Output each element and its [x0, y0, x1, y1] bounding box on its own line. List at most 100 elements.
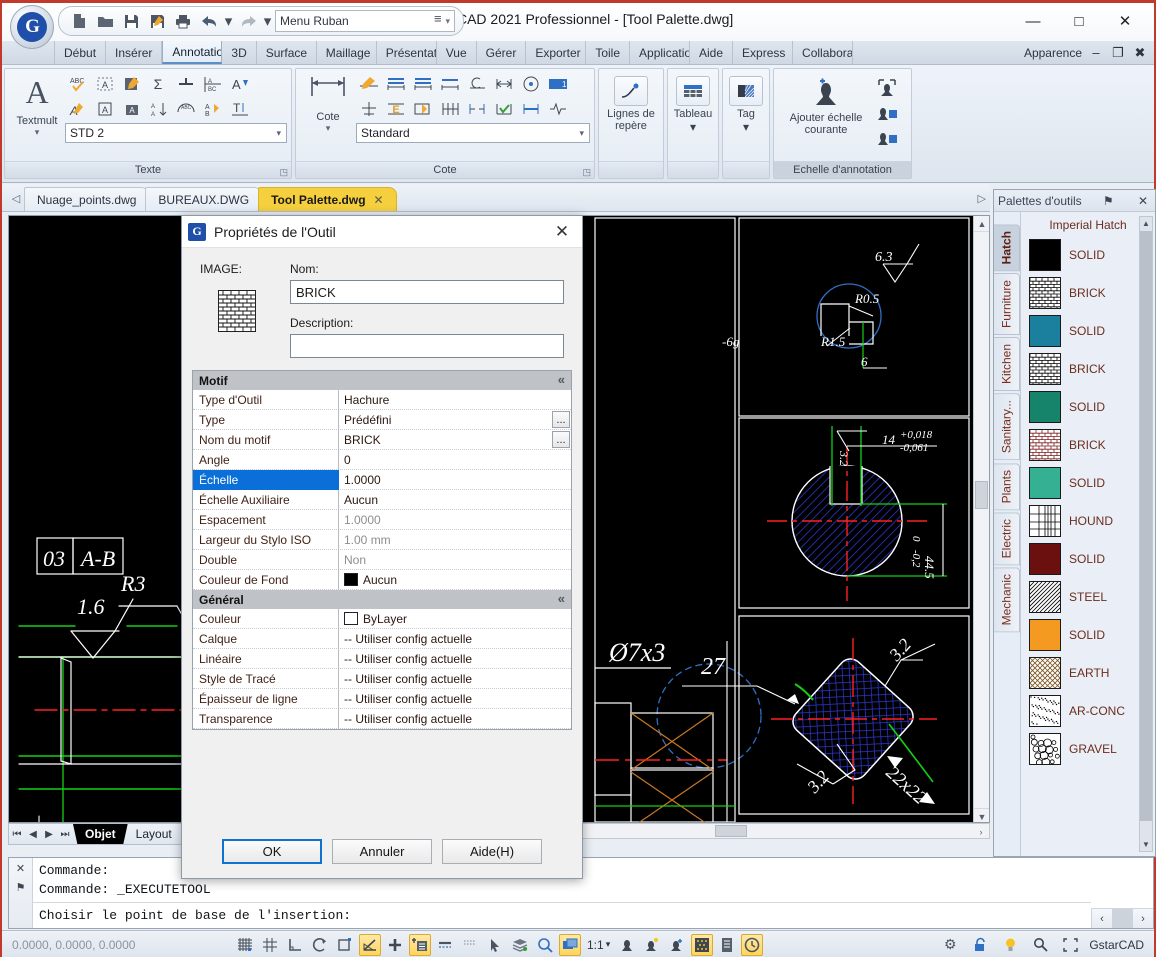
- dim-inspect-icon[interactable]: 1: [545, 72, 571, 96]
- palette-tab-plants[interactable]: Plants: [994, 462, 1020, 510]
- sum-field-icon[interactable]: Σ: [146, 72, 172, 96]
- command-nav-right-icon[interactable]: ›: [1132, 909, 1153, 928]
- dim-arc-icon[interactable]: [464, 72, 490, 96]
- dialog-close-button[interactable]: ✕: [548, 222, 576, 242]
- property-row[interactable]: Échelle Auxiliaire Aucun: [193, 489, 571, 510]
- property-row[interactable]: Linéaire -- Utiliser config actuelle: [193, 648, 571, 669]
- palette-item[interactable]: BRICK: [1021, 274, 1155, 312]
- text-case-icon[interactable]: A: [119, 97, 145, 121]
- palette-item[interactable]: SOLID: [1021, 236, 1155, 274]
- text-frame-icon[interactable]: A: [92, 97, 118, 121]
- workspace-label[interactable]: GstarCAD: [1089, 938, 1144, 952]
- help-button[interactable]: Aide(H): [442, 839, 542, 864]
- palette-tab-mechanic[interactable]: Mechanic: [994, 567, 1020, 633]
- model-space-icon[interactable]: [559, 933, 581, 956]
- dim-adjust-icon[interactable]: [518, 97, 544, 121]
- text-style-icon[interactable]: A: [227, 72, 253, 96]
- property-row[interactable]: Épaisseur de ligne -- Utiliser config act…: [193, 688, 571, 709]
- command-pin-icon[interactable]: ⚑: [16, 881, 26, 894]
- document-tab[interactable]: BUREAUX.DWG: [145, 187, 263, 211]
- annotation-visibility-icon[interactable]: [616, 934, 638, 956]
- doc-tab-prev-icon[interactable]: ◁: [8, 185, 24, 211]
- property-row[interactable]: Espacement 1.0000: [193, 509, 571, 530]
- open-file-icon[interactable]: [93, 9, 117, 33]
- search-icon[interactable]: [1029, 934, 1051, 956]
- dim-edit-icon[interactable]: [356, 72, 382, 96]
- model-tab-objet[interactable]: Objet: [73, 824, 128, 844]
- selection-cycle-icon[interactable]: [484, 934, 506, 956]
- text-convert-icon[interactable]: AB: [200, 97, 226, 121]
- palette-scroll-up-icon[interactable]: ▲: [1140, 217, 1152, 230]
- ribbon-tab-ins-rer[interactable]: Insérer: [106, 41, 163, 64]
- palette-scroll-thumb[interactable]: [1140, 231, 1152, 821]
- apparence-menu[interactable]: Apparence: [1024, 46, 1082, 60]
- cote-button[interactable]: Cote ▾: [300, 72, 356, 134]
- property-row[interactable]: Double Non: [193, 549, 571, 570]
- zoom-icon[interactable]: [534, 934, 556, 956]
- property-section-header[interactable]: Général «: [193, 590, 571, 609]
- dim-continue-icon[interactable]: [410, 72, 436, 96]
- text-style-combo[interactable]: STD 2 ▾: [65, 123, 287, 143]
- layout-first-icon[interactable]: ⏮: [9, 829, 25, 840]
- ribbon-tab-g-rer[interactable]: Gérer: [477, 41, 527, 64]
- undo-icon[interactable]: [197, 9, 221, 33]
- undo-dropdown-icon[interactable]: ▾: [223, 9, 234, 33]
- scroll-up-icon[interactable]: ▲: [974, 216, 989, 232]
- scale-sync-icon[interactable]: [874, 76, 900, 100]
- property-row[interactable]: Type Prédéfini...: [193, 409, 571, 430]
- textmult-button[interactable]: A Textmult ▾: [9, 72, 65, 138]
- bulb-icon[interactable]: [999, 934, 1021, 956]
- palette-item[interactable]: SOLID: [1021, 540, 1155, 578]
- palette-item[interactable]: GRAVEL: [1021, 730, 1155, 768]
- arc-text-icon[interactable]: ABC: [173, 97, 199, 121]
- palette-item-list[interactable]: Imperial Hatch SOLID BRICK SOLID BRICK SOLID…: [1020, 212, 1155, 856]
- snap-icon[interactable]: [234, 934, 256, 956]
- command-input-line[interactable]: Choisir le point de base de l'insertion:: [33, 902, 1091, 928]
- property-row[interactable]: Couleur de Fond Aucun: [193, 569, 571, 590]
- redo-dropdown-icon[interactable]: ▾: [262, 9, 273, 33]
- palette-scrollbar[interactable]: ▲ ▼: [1139, 216, 1153, 852]
- text-justify-icon[interactable]: [173, 72, 199, 96]
- annotation-scale-selector[interactable]: 1:1 ▾: [584, 938, 613, 952]
- doc-tab-next-icon[interactable]: ▷: [978, 192, 986, 211]
- close-icon[interactable]: ✕: [374, 193, 384, 207]
- edit-text-icon[interactable]: [119, 72, 145, 96]
- dyninput-icon[interactable]: [409, 933, 431, 956]
- dim-break-icon[interactable]: [464, 97, 490, 121]
- layout-prev-icon[interactable]: ◀: [25, 829, 41, 840]
- palette-item[interactable]: AR-CONC: [1021, 692, 1155, 730]
- ribbon-tab-maillage[interactable]: Maillage: [317, 41, 377, 64]
- ribbon-minimize-icon[interactable]: –: [1088, 45, 1104, 60]
- save-as-icon[interactable]: [145, 9, 169, 33]
- qat-overflow-icon[interactable]: ≡: [434, 11, 442, 26]
- description-input[interactable]: [290, 334, 564, 358]
- annotation-add-icon[interactable]: [666, 934, 688, 956]
- osnap-icon[interactable]: [334, 934, 356, 956]
- dialog-launcher-icon[interactable]: ◳: [279, 164, 288, 181]
- palette-item[interactable]: STEEL: [1021, 578, 1155, 616]
- dim-baseline-icon[interactable]: [383, 72, 409, 96]
- maximize-button[interactable]: □: [1056, 7, 1102, 35]
- dim-check-icon[interactable]: [491, 97, 517, 121]
- ribbon-tab-toile[interactable]: Toile: [586, 41, 631, 64]
- scroll-right-icon[interactable]: ›: [973, 824, 989, 840]
- property-row[interactable]: Largeur du Stylo ISO 1.00 mm: [193, 529, 571, 550]
- palette-tab-sanitary-[interactable]: Sanitary...: [994, 393, 1020, 461]
- command-nav-thumb[interactable]: [1112, 909, 1132, 928]
- property-row[interactable]: Style de Tracé -- Utiliser config actuell…: [193, 668, 571, 689]
- dialog-launcher-icon[interactable]: ◳: [582, 164, 591, 181]
- palette-item[interactable]: SOLID: [1021, 616, 1155, 654]
- minimize-button[interactable]: —: [1010, 7, 1056, 35]
- save-icon[interactable]: [119, 9, 143, 33]
- dim-jogged-icon[interactable]: [491, 72, 517, 96]
- gear-icon[interactable]: ⚙: [939, 934, 961, 956]
- app-menu-button[interactable]: G: [10, 5, 54, 49]
- property-row[interactable]: Couleur ByLayer: [193, 608, 571, 629]
- close-button[interactable]: ✕: [1102, 7, 1148, 35]
- dim-center-icon[interactable]: [518, 72, 544, 96]
- layer-icon[interactable]: [509, 934, 531, 956]
- property-section-header[interactable]: Motif «: [193, 371, 571, 390]
- ribbon-tab-exporter[interactable]: Exporter: [526, 41, 587, 64]
- dim-ordinate-icon[interactable]: [356, 97, 382, 121]
- dim-oblique-icon[interactable]: [410, 97, 436, 121]
